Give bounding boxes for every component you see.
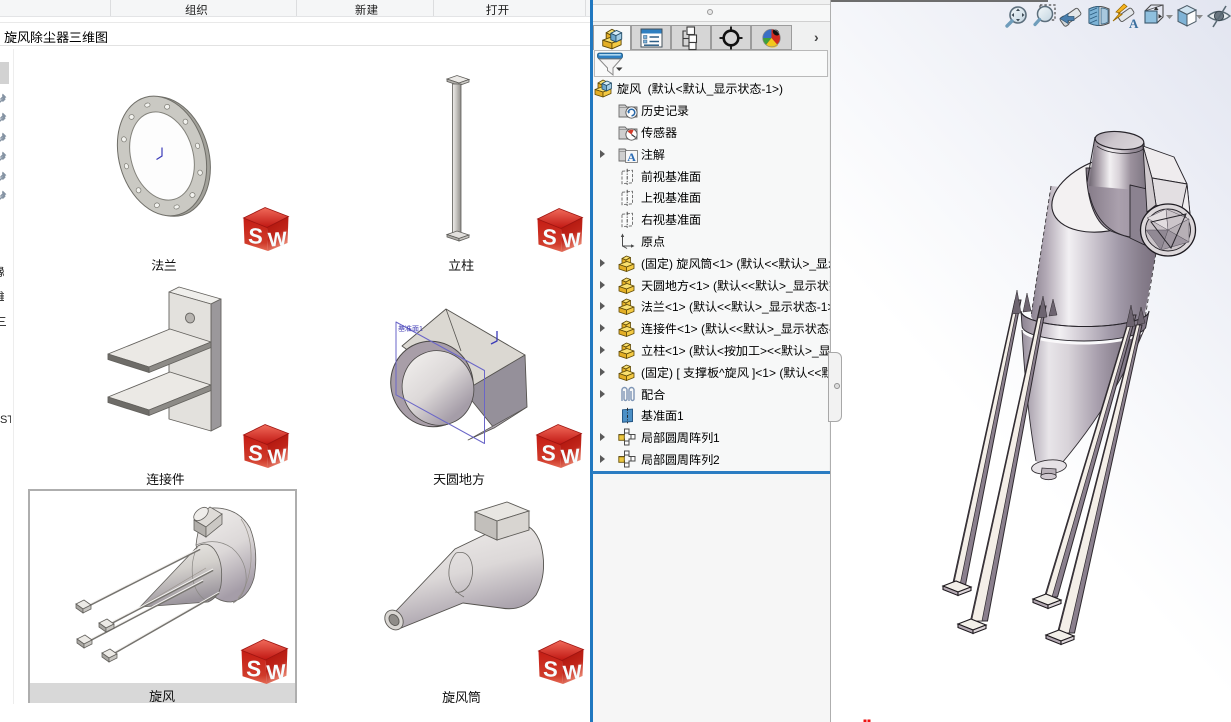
svg-text:基准面1: 基准面1 [398, 325, 423, 333]
svg-text:A: A [1129, 16, 1139, 31]
